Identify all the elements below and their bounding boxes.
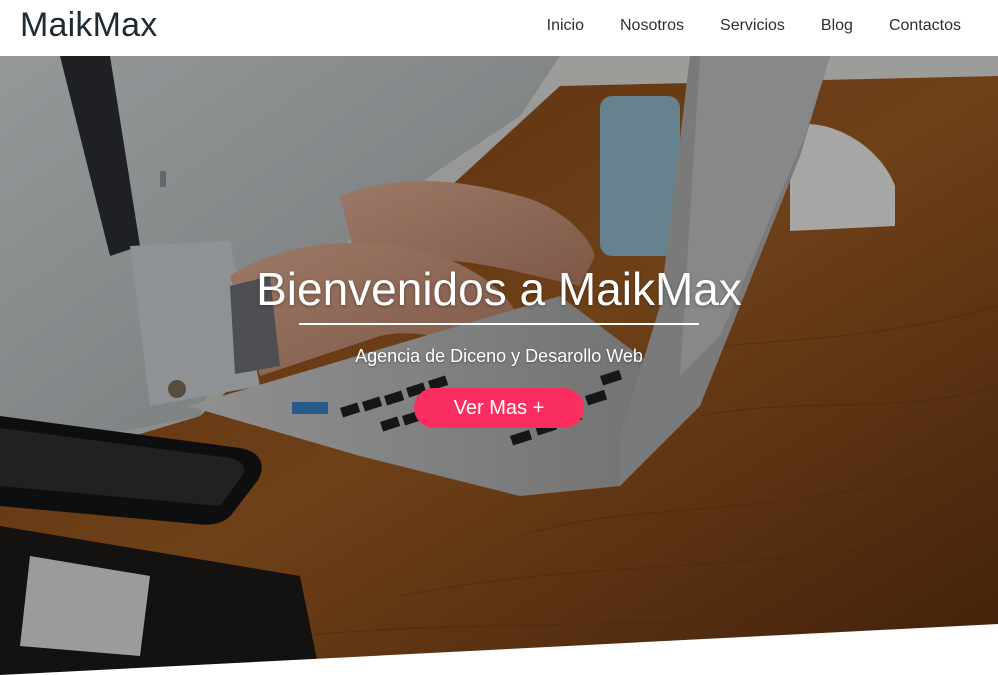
nav-link-nosotros[interactable]: Nosotros [620, 16, 684, 36]
ver-mas-button[interactable]: Ver Mas + [414, 388, 584, 428]
nav-link-servicios[interactable]: Servicios [720, 16, 785, 36]
hero-title: Bienvenidos a MaikMax [256, 263, 742, 315]
site-header: MaikMax Inicio Nosotros Servicios Blog C… [0, 0, 998, 56]
nav-link-inicio[interactable]: Inicio [547, 16, 584, 36]
nav-link-blog[interactable]: Blog [821, 16, 853, 36]
hero-subtitle: Agencia de Diceno y Desarollo Web [355, 346, 643, 366]
site-logo[interactable]: MaikMax [20, 6, 157, 45]
nav-link-contactos[interactable]: Contactos [889, 16, 961, 36]
main-nav: Inicio Nosotros Servicios Blog Contactos [511, 16, 961, 36]
hero-divider [299, 323, 699, 325]
hero-section: Bienvenidos a MaikMax Agencia de Diceno … [0, 56, 998, 675]
